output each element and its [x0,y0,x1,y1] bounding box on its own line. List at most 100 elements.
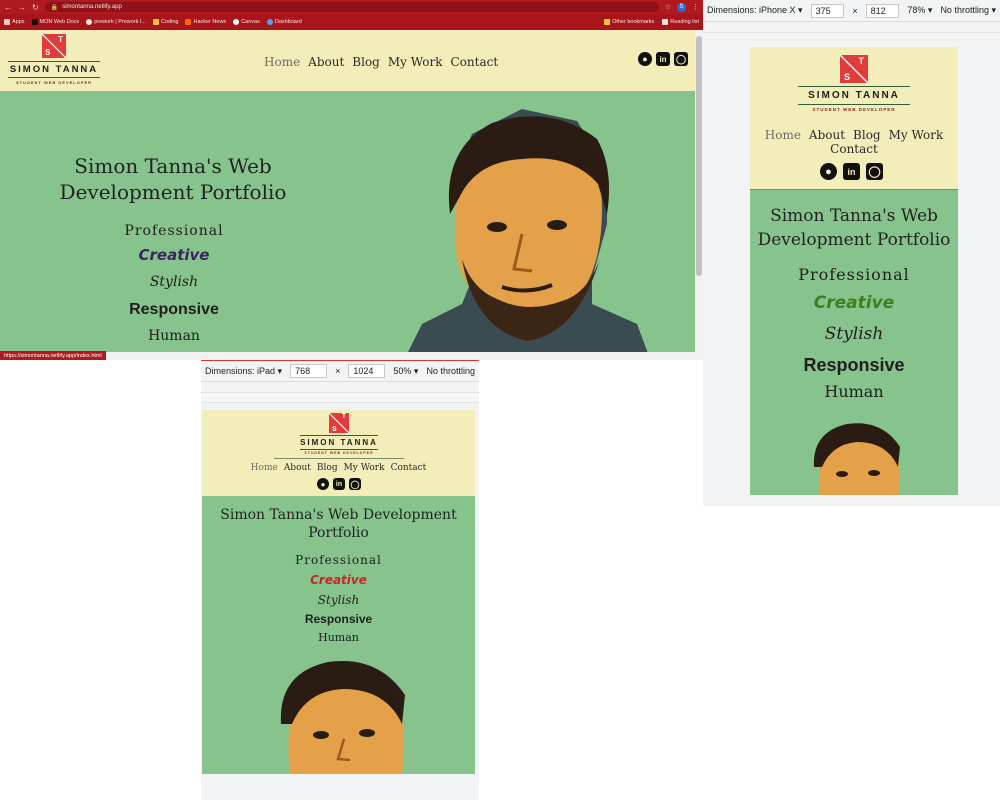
hero-words: Professional Creative Stylish Responsive… [104,221,244,348]
logo-letter-t: T [58,35,63,44]
ipad-nav-about[interactable]: About [284,463,311,473]
ipad-zoom-select[interactable]: 50% ▾ [393,366,418,377]
folder-icon [153,19,160,25]
iphone-portrait-image [812,422,902,495]
ipad-logo-letter-s: S [332,426,337,433]
linkedin-icon[interactable]: in [656,52,670,66]
profile-avatar[interactable]: S [677,2,686,12]
iphone-nav-about[interactable]: About [809,128,845,142]
ipad-instagram-icon[interactable]: ◯ [349,478,361,490]
folder-icon [604,19,611,25]
ipad-throttle-select[interactable]: No throttling [426,366,475,376]
star-icon[interactable]: ☆ [665,3,671,11]
forward-icon[interactable]: → [18,3,26,12]
site-header: T S SIMON TANNA STUDENT WEB DEVELOPER Ho… [0,30,695,91]
instagram-icon[interactable]: ◯ [674,52,688,66]
ipad-nav-contact[interactable]: Contact [391,463,427,473]
iphone-github-icon[interactable]: ● [820,163,837,180]
iphone-site-header: T S SIMON TANNA STUDENT WEB DEVELOPER Ho… [750,47,958,190]
desktop-browser-window: ← → ↻ 🔒 simontanna.netlify.app ☆ S ⋮ App… [0,0,703,360]
ipad-linkedin-icon[interactable]: in [333,478,345,490]
dashboard-icon [266,19,273,25]
word-creative: Creative [138,246,210,264]
nav-blog[interactable]: Blog [352,55,380,69]
iphone-hero-section: Simon Tanna's Web Development Portfolio … [750,190,958,495]
iphone-site-logo[interactable]: T S SIMON TANNA STUDENT WEB DEVELOPER [798,55,910,112]
iphone-height-input[interactable]: 812 [865,3,900,18]
iphone-hero-words: Professional Creative Stylish Responsive… [754,262,954,404]
ipad-portrait-image [278,659,408,774]
bookmark-other[interactable]: Other bookmarks [604,19,654,25]
word-professional: Professional [124,223,224,239]
ipad-nav-my-work[interactable]: My Work [344,463,385,473]
word-human: Human [148,328,200,344]
reload-icon[interactable]: ↻ [32,3,39,12]
ipad-media-query-bar [201,382,479,393]
bookmarks-bar: Apps MON Web Docs prework | Prework I...… [0,14,703,30]
nav-contact[interactable]: Contact [451,55,499,69]
ipad-github-icon[interactable]: ● [317,478,329,490]
ipad-nav-blog[interactable]: Blog [317,463,338,473]
github-icon[interactable]: ● [638,52,652,66]
status-url: https://simontanna.netlify.app/index.htm… [0,351,106,360]
nav-home[interactable]: Home [264,55,300,69]
bookmark-mdn[interactable]: MON Web Docs [31,19,79,25]
ipad-hero-section: Simon Tanna's Web Development Portfolio … [202,496,475,774]
iphone-width-input[interactable]: 375 [810,3,845,18]
nav-my-work[interactable]: My Work [388,55,443,69]
menu-icon[interactable]: ⋮ [692,3,699,11]
scrollbar-thumb[interactable] [696,36,702,276]
ipad-word-responsive: Responsive [304,612,373,626]
iphone-word-stylish: Stylish [824,324,884,344]
bookmark-reading-list[interactable]: Reading list [662,19,699,25]
iphone-nav-home[interactable]: Home [765,128,801,142]
ipad-logo-tagline: STUDENT WEB DEVELOPER [304,451,374,455]
bookmark-dashboard[interactable]: Dashboard [266,19,302,25]
ipad-devtools-panel: Dimensions: iPad ▾ 768 × 1024 50% ▾ No t… [201,360,479,800]
iphone-nav-contact[interactable]: Contact [830,142,878,156]
ipad-site-logo[interactable]: T S SIMON TANNA STUDENT WEB DEVELOPER [300,413,378,455]
address-bar[interactable]: 🔒 simontanna.netlify.app [44,2,659,12]
main-nav: Home About Blog My Work Contact [264,55,498,69]
iphone-linkedin-icon[interactable]: in [843,163,860,180]
iphone-instagram-icon[interactable]: ◯ [866,163,883,180]
bookmark-canvas[interactable]: Canvas [233,19,260,25]
iphone-throttle-select[interactable]: No throttling ▾ [940,5,996,16]
vertical-scrollbar[interactable] [695,30,703,360]
ipad-logo-letter-t: T [341,413,346,420]
globe-icon [86,19,93,25]
iphone-logo-letter-t: T [858,56,865,66]
bookmark-coding[interactable]: Coding [153,19,178,25]
bookmark-prework[interactable]: prework | Prework I... [86,19,146,25]
bookmark-hacker-news[interactable]: Hacker News [185,19,226,25]
ipad-device-select[interactable]: Dimensions: iPad ▾ [205,366,282,377]
iphone-nav-blog[interactable]: Blog [853,128,881,142]
nav-about[interactable]: About [308,55,344,69]
address-text: simontanna.netlify.app [62,4,122,10]
times-icon: × [335,366,341,376]
ipad-width-input[interactable]: 768 [290,364,328,378]
iphone-zoom-select[interactable]: 78% ▾ [907,5,932,16]
times-icon: × [852,5,858,16]
canvas-icon [233,19,240,25]
iphone-word-human: Human [824,382,884,401]
iphone-main-nav: Home About Blog My Work Contact [758,128,950,156]
ipad-site-header: T S SIMON TANNA STUDENT WEB DEVELOPER Ho… [202,410,475,496]
iphone-word-professional: Professional [798,265,910,284]
ipad-word-professional: Professional [295,553,382,567]
hacker-news-icon [185,19,192,25]
bookmark-apps[interactable]: Apps [4,19,25,25]
ipad-nav-home[interactable]: Home [251,463,278,473]
logo-name: SIMON TANNA [8,61,100,78]
back-icon[interactable]: ← [4,3,12,12]
iphone-logo-letter-s: S [844,72,851,82]
iphone-device-select[interactable]: Dimensions: iPhone X ▾ [707,5,803,16]
ipad-height-input[interactable]: 1024 [348,364,386,378]
ipad-logo-name: SIMON TANNA [300,435,378,450]
portrait-image [402,109,652,360]
site-logo[interactable]: T S SIMON TANNA STUDENT WEB DEVELOPER [8,34,100,85]
iphone-nav-my-work[interactable]: My Work [889,128,944,142]
iphone-viewport: T S SIMON TANNA STUDENT WEB DEVELOPER Ho… [750,47,958,495]
iphone-devtools-panel: Dimensions: iPhone X ▾ 375 × 812 78% ▾ N… [703,0,1000,506]
ipad-social-links: ● in ◯ [317,478,361,490]
